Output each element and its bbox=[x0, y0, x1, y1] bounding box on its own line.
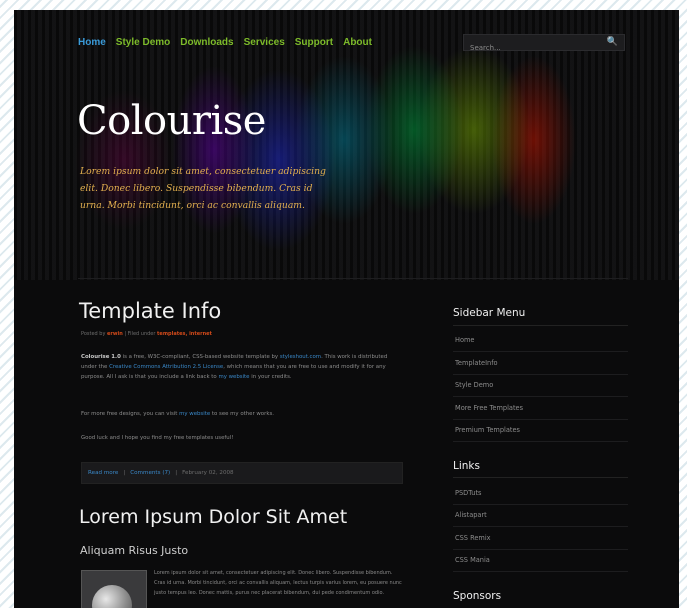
post-title[interactable]: Template Info bbox=[79, 299, 221, 323]
post-title-2[interactable]: Lorem Ipsum Dolor Sit Amet bbox=[79, 506, 347, 528]
post-paragraph-2: For more free designs, you can visit my … bbox=[81, 409, 401, 419]
site-tagline: Lorem ipsum dolor sit amet, consectetuer… bbox=[80, 166, 326, 211]
sidebar-item-more-free-templates[interactable]: More Free Templates bbox=[453, 398, 628, 420]
header-divider bbox=[78, 278, 628, 279]
sidebar-sponsors-title: Sponsors bbox=[453, 590, 502, 602]
sidebar-divider bbox=[453, 325, 628, 326]
post-paragraph-3: Good luck and I hope you find my free te… bbox=[81, 435, 234, 441]
meta-author-link[interactable]: erwin bbox=[107, 331, 123, 337]
separator: | bbox=[123, 470, 126, 476]
post-paragraph-1: Colourise 1.0 is a free, W3C-compliant, … bbox=[81, 352, 401, 382]
post-subtitle: Aliquam Risus Justo bbox=[80, 544, 189, 557]
my-website-link[interactable]: my website bbox=[218, 374, 249, 380]
header-banner: Home Style Demo Downloads Services Suppo… bbox=[14, 10, 679, 280]
nav-downloads[interactable]: Downloads bbox=[180, 37, 233, 48]
sidebar-item-templateinfo[interactable]: TemplateInfo bbox=[453, 353, 628, 375]
p2-text-a: For more free designs, you can visit bbox=[81, 411, 178, 417]
post-meta: Posted by erwin | Filed under templates,… bbox=[81, 331, 212, 337]
meta-tags-link[interactable]: templates, internet bbox=[157, 331, 212, 337]
sidebar-link-alistapart[interactable]: Alistapart bbox=[453, 505, 628, 527]
globe-icon bbox=[92, 585, 132, 608]
site-title: Colourise bbox=[77, 98, 266, 144]
p1-text-d: in your credits. bbox=[251, 374, 292, 380]
styleshout-link[interactable]: styleshout.com bbox=[280, 354, 321, 360]
post-excerpt: Lorem ipsum dolor sit amet, consectetuer… bbox=[154, 570, 402, 596]
sidebar-link-psdtuts[interactable]: PSDTuts bbox=[453, 483, 628, 505]
search-icon[interactable]: 🔍 bbox=[607, 37, 618, 47]
p1-text-a: is a free, W3C-compliant, CSS-based webs… bbox=[122, 354, 279, 360]
sidebar-item-premium-templates[interactable]: Premium Templates bbox=[453, 420, 628, 442]
page-container: Home Style Demo Downloads Services Suppo… bbox=[14, 10, 679, 608]
sidebar-link-css-remix[interactable]: CSS Remix bbox=[453, 528, 628, 550]
sidebar-links-title: Links bbox=[453, 460, 480, 472]
nav-about[interactable]: About bbox=[343, 37, 372, 48]
nav-services[interactable]: Services bbox=[244, 37, 285, 48]
search-input[interactable] bbox=[464, 40, 604, 56]
sidebar-item-home[interactable]: Home bbox=[453, 330, 628, 352]
nav-home[interactable]: Home bbox=[78, 37, 106, 48]
search-box: 🔍 bbox=[463, 34, 625, 56]
post-footer-bar: Read more | Comments (7) | February 02, … bbox=[81, 462, 403, 484]
meta-prefix: Posted by bbox=[81, 331, 106, 337]
p2-text-b: to see my other works. bbox=[211, 411, 274, 417]
read-more-link[interactable]: Read more bbox=[88, 470, 118, 476]
nav-support[interactable]: Support bbox=[295, 37, 333, 48]
post-date: February 02, 2008 bbox=[182, 470, 234, 476]
nav-style-demo[interactable]: Style Demo bbox=[116, 37, 170, 48]
sidebar-menu-title: Sidebar Menu bbox=[453, 307, 526, 319]
sidebar-item-style-demo[interactable]: Style Demo bbox=[453, 375, 628, 397]
main-nav: Home Style Demo Downloads Services Suppo… bbox=[78, 37, 372, 48]
comments-link[interactable]: Comments (7) bbox=[130, 470, 170, 476]
my-website-link-2[interactable]: my website bbox=[179, 411, 210, 417]
meta-middle: | Filed under bbox=[124, 331, 156, 337]
separator: | bbox=[175, 470, 178, 476]
license-link[interactable]: Creative Commons Attribution 2.5 License bbox=[109, 364, 223, 370]
sidebar-divider bbox=[453, 477, 628, 478]
sidebar-link-css-mania[interactable]: CSS Mania bbox=[453, 550, 628, 572]
post-thumbnail bbox=[81, 570, 147, 608]
template-name: Colourise 1.0 bbox=[81, 354, 121, 360]
